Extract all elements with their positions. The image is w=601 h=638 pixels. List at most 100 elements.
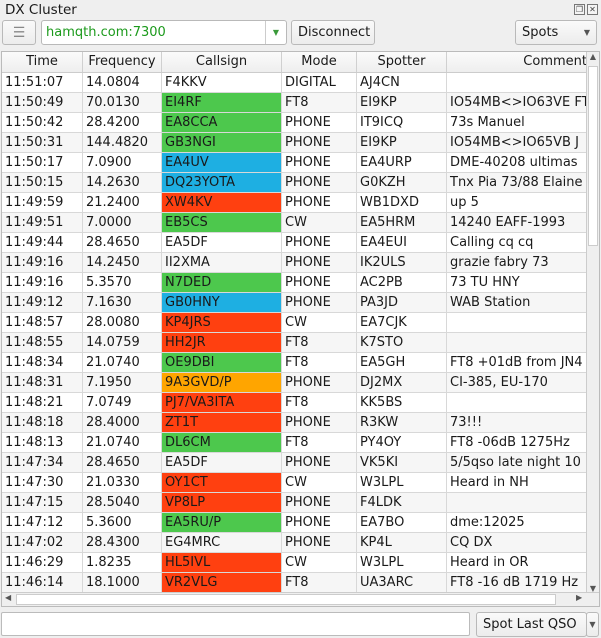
cell-callsign: EG4MRC xyxy=(162,533,282,552)
view-value: Spots xyxy=(522,25,559,40)
cell-mode: FT8 xyxy=(282,573,357,592)
table-row[interactable]: 11:48:55 14.0759 HH2JR FT8 K7STO xyxy=(2,333,599,353)
column-header-comment[interactable]: Comment xyxy=(447,52,588,72)
table-row[interactable]: 11:47:15 28.5040 VP8LP PHONE F4LDK xyxy=(2,493,599,513)
vertical-scrollbar[interactable]: ▲ ▼ xyxy=(586,52,599,593)
table-row[interactable]: 11:49:59 21.2400 XW4KV PHONE WB1DXD up 5 xyxy=(2,193,599,213)
cell-frequency: 28.5040 xyxy=(83,493,162,512)
cell-frequency: 7.0900 xyxy=(83,153,162,172)
cell-callsign: 9A3GVD/P xyxy=(162,373,282,392)
chevron-down-icon[interactable]: ▼ xyxy=(586,612,599,637)
scroll-right-icon[interactable]: ▶ xyxy=(576,593,582,602)
scroll-thumb[interactable] xyxy=(16,594,556,605)
table-row[interactable]: 11:50:15 14.2630 DQ23YOTA PHONE G0KZH Tnx Pia… xyxy=(2,173,599,193)
cell-spotter: IK2ULS xyxy=(357,253,447,272)
cell-frequency: 21.0740 xyxy=(83,353,162,372)
column-header-callsign[interactable]: Callsign xyxy=(162,52,282,72)
table-row[interactable]: 11:48:57 28.0080 KP4JRS CW EA7CJK xyxy=(2,313,599,333)
table-row[interactable]: 11:50:42 28.4200 EA8CCA PHONE IT9ICQ 73s Manu… xyxy=(2,113,599,133)
close-icon[interactable]: ✕ xyxy=(587,4,598,15)
view-select[interactable]: Spots ▼ xyxy=(515,20,597,45)
cell-frequency: 28.4200 xyxy=(83,113,162,132)
disconnect-button[interactable]: Disconnect xyxy=(291,20,375,45)
cell-mode: CW xyxy=(282,553,357,572)
table-row[interactable]: 11:48:13 21.0740 DL6CM FT8 PY4OY FT8 -06dB 12… xyxy=(2,433,599,453)
cell-mode: PHONE xyxy=(282,193,357,212)
cell-comment: FT8 -16 dB 1719 Hz xyxy=(447,573,588,592)
spots-table[interactable]: Time Frequency Callsign Mode Spotter Comment … xyxy=(1,51,600,607)
menu-button[interactable]: ☰ xyxy=(2,20,36,45)
cell-time: 11:51:07 xyxy=(2,73,83,92)
cell-comment: 5/5qso late night 10 xyxy=(447,453,588,472)
cell-spotter: PY4OY xyxy=(357,433,447,452)
cell-comment: 14240 EAFF-1993 xyxy=(447,213,588,232)
cell-mode: FT8 xyxy=(282,333,357,352)
cell-frequency: 70.0130 xyxy=(83,93,162,112)
cell-comment xyxy=(447,393,588,412)
cell-mode: PHONE xyxy=(282,293,357,312)
spot-last-qso-button[interactable]: Spot Last QSO xyxy=(476,612,587,637)
spot-input[interactable] xyxy=(1,612,470,636)
cell-frequency: 5.3570 xyxy=(83,273,162,292)
table-row[interactable]: 11:48:21 7.0749 PJ7/VA3ITA FT8 KK5BS xyxy=(2,393,599,413)
cell-mode: PHONE xyxy=(282,513,357,532)
restore-icon[interactable]: ❐ xyxy=(574,4,585,15)
table-row[interactable]: 11:46:29 1.8235 HL5IVL CW W3LPL Heard in OR xyxy=(2,553,599,573)
cell-spotter: G0KZH xyxy=(357,173,447,192)
cell-mode: PHONE xyxy=(282,173,357,192)
cell-callsign: ZT1T xyxy=(162,413,282,432)
table-row[interactable]: 11:51:07 14.0804 F4KKV DIGITAL AJ4CN xyxy=(2,73,599,93)
cell-callsign: VR2VLG xyxy=(162,573,282,592)
table-row[interactable]: 11:49:51 7.0000 EB5CS CW EA5HRM 14240 EAFF-19… xyxy=(2,213,599,233)
cell-mode: FT8 xyxy=(282,93,357,112)
cell-callsign: F4KKV xyxy=(162,73,282,92)
host-combobox[interactable]: hamqth.com:7300 ▼ xyxy=(41,20,287,45)
cell-callsign: OE9DBI xyxy=(162,353,282,372)
table-row[interactable]: 11:49:16 14.2450 II2XMA PHONE IK2ULS grazie f… xyxy=(2,253,599,273)
cell-spotter: KK5BS xyxy=(357,393,447,412)
cell-comment: FT8 -06dB 1275Hz xyxy=(447,433,588,452)
table-row[interactable]: 11:47:34 28.4650 EA5DF PHONE VK5KI 5/5qso lat… xyxy=(2,453,599,473)
cell-spotter: EA7BO xyxy=(357,513,447,532)
table-row[interactable]: 11:47:02 28.4300 EG4MRC PHONE KP4L CQ DX xyxy=(2,533,599,553)
cell-frequency: 5.3600 xyxy=(83,513,162,532)
table-row[interactable]: 11:50:17 7.0900 EA4UV PHONE EA4URP DME-40208 … xyxy=(2,153,599,173)
cell-spotter: F4LDK xyxy=(357,493,447,512)
column-header-spotter[interactable]: Spotter xyxy=(357,52,447,72)
cell-mode: PHONE xyxy=(282,273,357,292)
scroll-up-icon[interactable]: ▲ xyxy=(587,52,599,61)
table-row[interactable]: 11:49:12 7.1630 GB0HNY PHONE PA3JD WAB Statio… xyxy=(2,293,599,313)
cell-time: 11:50:31 xyxy=(2,133,83,152)
cell-comment: CQ DX xyxy=(447,533,588,552)
cell-spotter: K7STO xyxy=(357,333,447,352)
table-row[interactable]: 11:48:18 28.4000 ZT1T PHONE R3KW 73!!! xyxy=(2,413,599,433)
cell-comment: Calling cq cq xyxy=(447,233,588,252)
horizontal-scrollbar[interactable]: ◀ ▶ xyxy=(2,592,599,606)
table-row[interactable]: 11:50:31 144.4820 GB3NGI PHONE EI9KP IO54MB<>… xyxy=(2,133,599,153)
cell-time: 11:46:29 xyxy=(2,553,83,572)
scroll-thumb[interactable] xyxy=(588,66,598,246)
cell-time: 11:50:49 xyxy=(2,93,83,112)
scroll-left-icon[interactable]: ◀ xyxy=(5,593,11,602)
column-header-mode[interactable]: Mode xyxy=(282,52,357,72)
cell-time: 11:49:16 xyxy=(2,273,83,292)
cell-frequency: 7.0000 xyxy=(83,213,162,232)
table-row[interactable]: 11:50:49 70.0130 EI4RF FT8 EI9KP IO54MB<>IO63… xyxy=(2,93,599,113)
table-row[interactable]: 11:48:34 21.0740 OE9DBI FT8 EA5GH FT8 +01dB f… xyxy=(2,353,599,373)
table-row[interactable]: 11:48:31 7.1950 9A3GVD/P PHONE DJ2MX CI-385, … xyxy=(2,373,599,393)
table-row[interactable]: 11:46:14 18.1000 VR2VLG FT8 UA3ARC FT8 -16 dB… xyxy=(2,573,599,593)
cell-mode: DIGITAL xyxy=(282,73,357,92)
table-row[interactable]: 11:49:44 28.4650 EA5DF PHONE EA4EUI Calling c… xyxy=(2,233,599,253)
window-title: DX Cluster xyxy=(5,2,77,18)
host-value: hamqth.com:7300 xyxy=(46,25,166,40)
table-row[interactable]: 11:49:16 5.3570 N7DED PHONE AC2PB 73 TU HNY xyxy=(2,273,599,293)
column-header-frequency[interactable]: Frequency xyxy=(83,52,162,72)
cell-callsign: DL6CM xyxy=(162,433,282,452)
cell-frequency: 21.0330 xyxy=(83,473,162,492)
table-row[interactable]: 11:47:12 5.3600 EA5RU/P PHONE EA7BO dme:12025 xyxy=(2,513,599,533)
cell-time: 11:50:15 xyxy=(2,173,83,192)
chevron-down-icon[interactable]: ▼ xyxy=(265,21,286,44)
column-header-time[interactable]: Time xyxy=(2,52,83,72)
table-row[interactable]: 11:47:30 21.0330 OY1CT CW W3LPL Heard in NH xyxy=(2,473,599,493)
cell-spotter: EA7CJK xyxy=(357,313,447,332)
